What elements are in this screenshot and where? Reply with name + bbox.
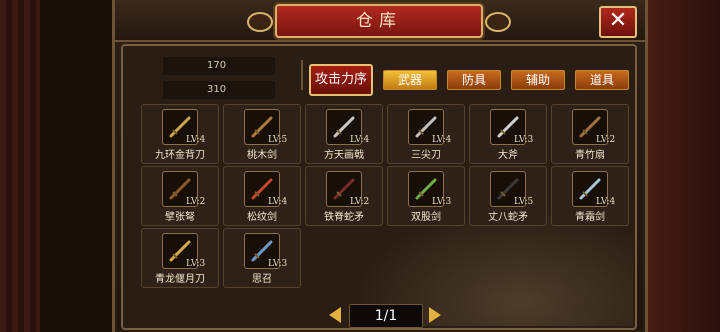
item-level: LV:2: [350, 197, 370, 207]
item-level: LV:4: [186, 135, 206, 145]
coin-value: 170: [207, 60, 227, 71]
close-button[interactable]: ✕: [599, 6, 637, 38]
item-name: 擘张弩: [165, 212, 195, 223]
next-page-arrow-icon[interactable]: [429, 307, 441, 323]
warehouse-window: 仓库 ✕ 170 310 攻击力序 武器 防具 辅助 道具 LV:4 九环金背刀 L…: [112, 0, 648, 332]
item-level: LV:3: [432, 197, 452, 207]
title-plate: 仓库: [247, 4, 511, 38]
item-level: LV:3: [268, 259, 288, 269]
tab-accessories[interactable]: 辅助: [511, 70, 565, 90]
item-name: 三尖刀: [411, 150, 441, 161]
item-level: LV:3: [514, 135, 534, 145]
window-header: 仓库 ✕: [115, 0, 645, 42]
item-name: 大斧: [498, 150, 518, 161]
item-slot[interactable]: LV:4 三尖刀: [387, 104, 465, 164]
item-level: LV:4: [432, 135, 452, 145]
item-name: 青竹扇: [575, 150, 605, 161]
item-name: 双股剑: [411, 212, 441, 223]
tab-items[interactable]: 道具: [575, 70, 629, 90]
item-slot[interactable]: LV:2 擘张弩: [141, 166, 219, 226]
item-level: LV:2: [596, 135, 616, 145]
item-slot[interactable]: LV:2 铁脊蛇矛: [305, 166, 383, 226]
item-slot[interactable]: LV:3 思召: [223, 228, 301, 288]
background-left-decor: [0, 0, 40, 332]
item-name: 铁脊蛇矛: [324, 212, 364, 223]
background-right-decor: [640, 0, 720, 332]
item-slot[interactable]: LV:4 松纹剑: [223, 166, 301, 226]
sort-by-attack-button[interactable]: 攻击力序: [309, 64, 373, 96]
header-divider: [301, 60, 303, 90]
item-slot[interactable]: LV:3 双股剑: [387, 166, 465, 226]
item-level: LV:3: [186, 259, 206, 269]
item-name: 方天画戟: [324, 150, 364, 161]
item-slot[interactable]: LV:5 丈八蛇矛: [469, 166, 547, 226]
page-indicator: 1/1: [349, 304, 423, 328]
item-slot[interactable]: LV:4 方天画戟: [305, 104, 383, 164]
item-name: 九环金背刀: [155, 150, 205, 161]
pagination: 1/1: [329, 304, 441, 328]
item-level: LV:5: [514, 197, 534, 207]
tab-armor[interactable]: 防具: [447, 70, 501, 90]
item-level: LV:4: [350, 135, 370, 145]
item-name: 思召: [252, 274, 272, 285]
item-level: LV:4: [596, 197, 616, 207]
item-name: 青龙偃月刀: [155, 274, 205, 285]
item-slot[interactable]: LV:4 青霜剑: [551, 166, 629, 226]
item-slot[interactable]: LV:3 青龙偃月刀: [141, 228, 219, 288]
item-slot[interactable]: LV:5 桃木剑: [223, 104, 301, 164]
tab-weapons[interactable]: 武器: [383, 70, 437, 90]
item-name: 青霜剑: [575, 212, 605, 223]
prev-page-arrow-icon[interactable]: [329, 307, 341, 323]
item-name: 桃木剑: [247, 150, 277, 161]
item-name: 丈八蛇矛: [488, 212, 528, 223]
ingot-value: 310: [207, 84, 227, 95]
item-level: LV:4: [268, 197, 288, 207]
item-slot[interactable]: LV:3 大斧: [469, 104, 547, 164]
item-slot[interactable]: LV:4 九环金背刀: [141, 104, 219, 164]
item-level: LV:2: [186, 197, 206, 207]
page-title: 仓库: [356, 11, 402, 31]
item-name: 松纹剑: [247, 212, 277, 223]
inventory-panel: 170 310 攻击力序 武器 防具 辅助 道具 LV:4 九环金背刀 LV:5 桃木…: [121, 44, 637, 330]
item-slot[interactable]: LV:2 青竹扇: [551, 104, 629, 164]
item-level: LV:5: [268, 135, 288, 145]
